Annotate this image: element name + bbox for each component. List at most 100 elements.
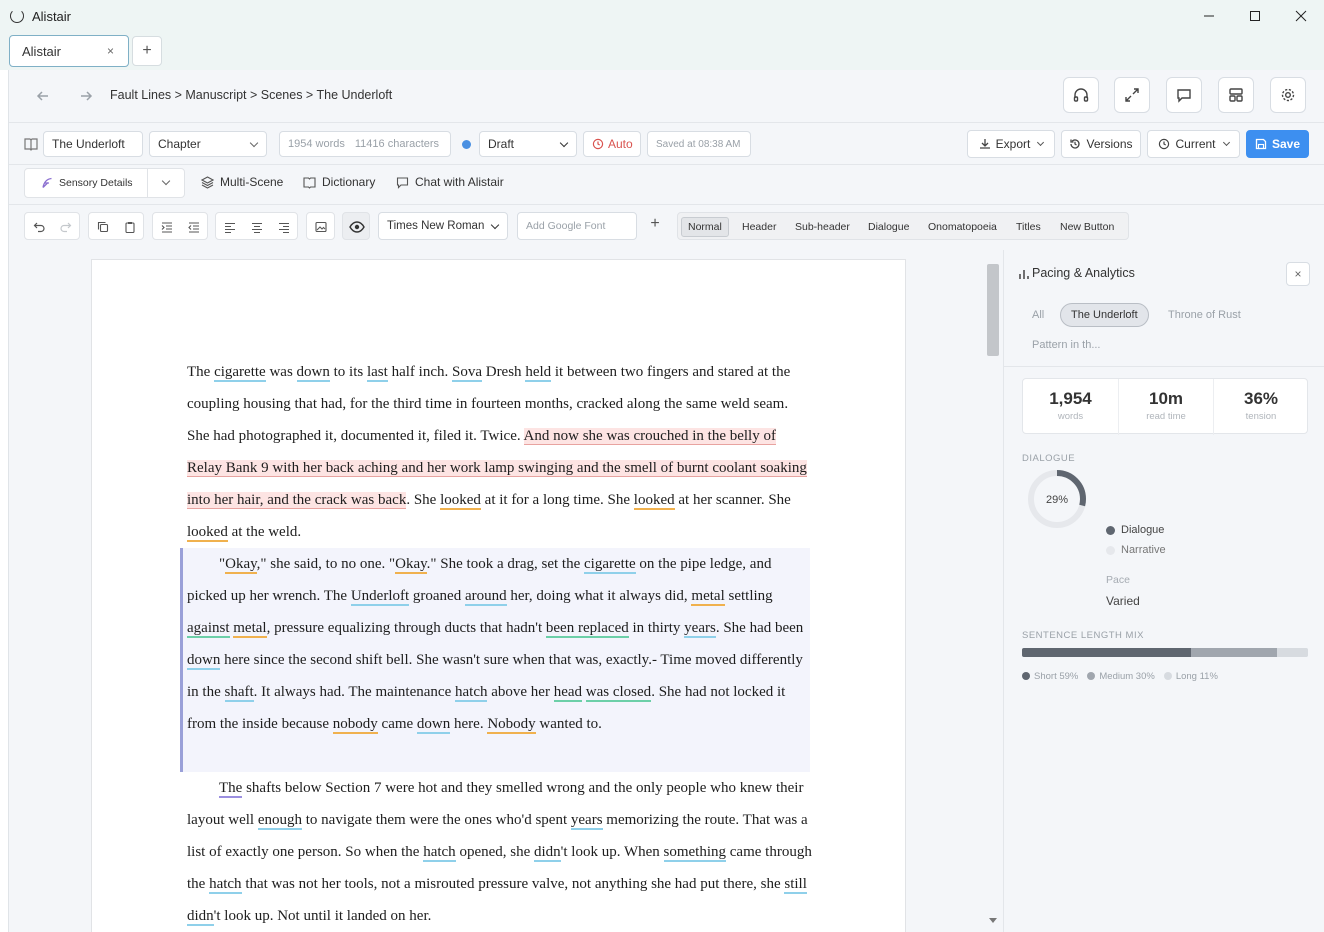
new-tab-button[interactable]: + [132, 36, 162, 66]
save-button[interactable]: Save [1246, 130, 1309, 158]
close-window-button[interactable] [1278, 0, 1324, 32]
chip-throne-of-rust[interactable]: Throne of Rust [1158, 303, 1251, 327]
image-icon [314, 221, 327, 233]
panel-close-button[interactable]: × [1286, 262, 1310, 286]
align-right-button[interactable] [270, 213, 297, 241]
style-sub-header[interactable]: Sub-header [789, 217, 856, 237]
pace-label: Pace [1106, 574, 1130, 586]
scene-type-value: Chapter [158, 137, 201, 151]
back-button[interactable] [33, 86, 53, 106]
manuscript-page[interactable]: The cigarette was down to its last half … [91, 259, 906, 932]
highlighted-passage: back [325, 460, 355, 477]
current-version-button[interactable]: Current [1147, 130, 1240, 158]
paragraph-2[interactable]: "Okay," she said, to no one. "Okay." She… [187, 548, 812, 740]
mix-segment [1022, 648, 1191, 657]
audio-button[interactable] [1063, 77, 1099, 113]
chat-label: Chat with Alistair [415, 175, 504, 189]
chip-all[interactable]: All [1022, 303, 1054, 327]
text-run: The [187, 364, 215, 380]
scene-type-select[interactable]: Chapter [149, 131, 267, 157]
stat-read-time-label: read time [1146, 411, 1186, 422]
copy-button[interactable] [89, 213, 116, 241]
paragraph-3[interactable]: The shafts below Section 7 were hot and … [187, 772, 812, 932]
marked-word: cigarette [584, 556, 636, 574]
marked-word: hatch [455, 684, 488, 702]
font-select[interactable]: Times New Roman [378, 212, 508, 240]
style-new-button[interactable]: New Button [1054, 217, 1120, 237]
dictionary-icon [303, 176, 316, 189]
fullscreen-button[interactable] [1114, 77, 1150, 113]
scene-toolbar: The Underloft Chapter 1954 words 11416 c… [9, 122, 1324, 164]
maximize-button[interactable] [1232, 0, 1278, 32]
outdent-button[interactable] [180, 213, 207, 241]
scene-name-input[interactable]: The Underloft [43, 131, 143, 157]
chat-button[interactable]: Chat with Alistair [396, 175, 504, 189]
add-font-button[interactable]: + [645, 215, 665, 237]
dictionary-button[interactable]: Dictionary [303, 175, 375, 189]
editor-scrollbar[interactable] [985, 250, 1001, 932]
paste-button[interactable] [116, 213, 143, 241]
preview-toggle[interactable] [343, 213, 370, 241]
divider [1004, 366, 1324, 367]
undo-button[interactable] [25, 213, 52, 241]
settings-button[interactable] [1270, 77, 1306, 113]
chip-the-underloft[interactable]: The Underloft [1060, 303, 1149, 327]
redo-button[interactable] [52, 213, 79, 241]
scroll-thumb[interactable] [987, 264, 999, 356]
text-run: at it for a long time. She [480, 492, 634, 508]
style-dialogue[interactable]: Dialogue [862, 217, 915, 237]
legend-dialogue-dot [1106, 526, 1115, 535]
saved-status: Saved at 08:38 AM [647, 131, 751, 157]
marked-word: years [570, 812, 603, 830]
stat-words-value: 1,954 [1049, 389, 1092, 408]
layout-button[interactable] [1218, 77, 1254, 113]
sensory-details-dropdown[interactable] [147, 169, 185, 197]
highlighted-passage: back [378, 492, 407, 509]
marked-word: last [366, 364, 388, 382]
arrow-right-icon [81, 91, 93, 101]
marked-word: looked [633, 492, 675, 510]
stat-words-label: words [1057, 411, 1084, 422]
app-logo-icon [10, 9, 24, 23]
expand-icon [1125, 88, 1139, 102]
marked-word: Okay [395, 556, 427, 574]
stat-tension-label: tension [1245, 411, 1277, 422]
marked-word: metal [233, 620, 267, 638]
tab-close-icon[interactable]: × [107, 44, 114, 58]
forward-button[interactable] [76, 86, 96, 106]
tab-label: Alistair [22, 43, 62, 59]
style-normal[interactable]: Normal [681, 217, 729, 237]
align-left-button[interactable] [216, 213, 243, 241]
chip-pattern[interactable]: Pattern in th... [1022, 333, 1110, 357]
style-header[interactable]: Header [736, 217, 782, 237]
panel-title: Pacing & Analytics [1032, 266, 1135, 280]
chat-icon [396, 176, 409, 189]
breadcrumb[interactable]: Fault Lines > Manuscript > Scenes > The … [110, 88, 392, 102]
auto-save-toggle[interactable]: Auto [583, 131, 641, 157]
style-onomatopoeia[interactable]: Onomatopoeia [922, 217, 1003, 237]
export-button[interactable]: Export [967, 130, 1055, 158]
style-titles[interactable]: Titles [1010, 217, 1047, 237]
undo-icon [33, 222, 45, 233]
marked-word: been replaced [545, 620, 629, 638]
sentence-mix-bar [1022, 648, 1308, 657]
tab-alistair[interactable]: Alistair × [9, 35, 129, 67]
status-select[interactable]: Draft [479, 131, 577, 157]
comments-button[interactable] [1166, 77, 1202, 113]
google-font-input[interactable]: Add Google Font [517, 212, 637, 240]
text-run: to its [329, 364, 367, 380]
versions-button[interactable]: Versions [1061, 130, 1141, 158]
outdent-icon [187, 222, 199, 233]
headphones-icon [1073, 88, 1089, 102]
paragraph-1[interactable]: The cigarette was down to its last half … [187, 356, 812, 548]
marked-word: something [663, 844, 727, 862]
marked-word: down [416, 716, 451, 734]
minimize-button[interactable] [1186, 0, 1232, 32]
sensory-details-button[interactable]: Sensory Details [25, 169, 147, 197]
multi-scene-button[interactable]: Multi-Scene [201, 175, 283, 189]
align-center-button[interactable] [243, 213, 270, 241]
insert-image-button[interactable] [307, 213, 334, 241]
stat-read-time: 10m read time [1118, 379, 1213, 435]
gear-icon [1281, 88, 1295, 102]
indent-button[interactable] [153, 213, 180, 241]
